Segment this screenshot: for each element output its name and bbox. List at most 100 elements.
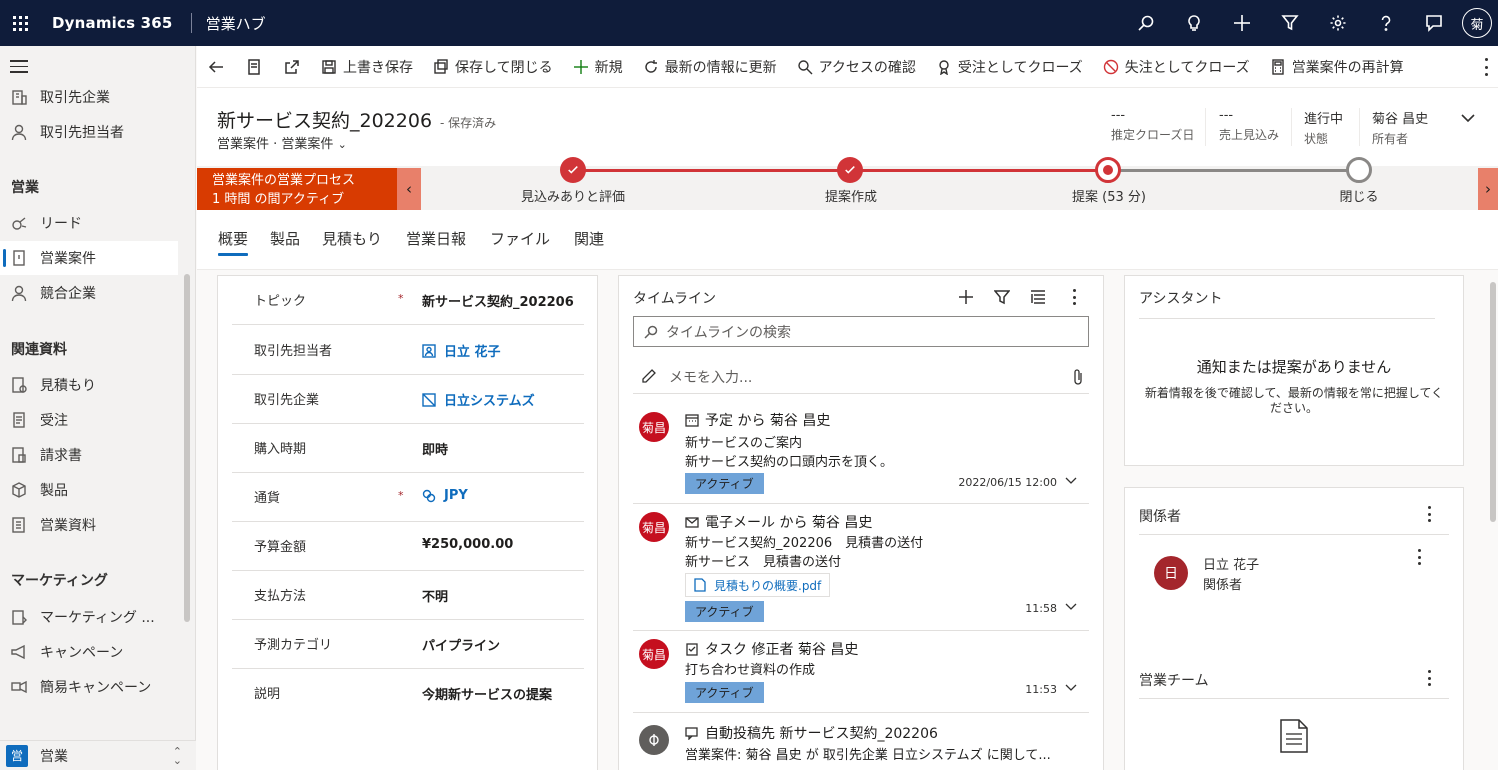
- contact-lookup-link[interactable]: 日立 花子: [422, 341, 501, 360]
- chevron-down-icon[interactable]: [1065, 681, 1077, 693]
- feedback-button[interactable]: [1416, 0, 1452, 46]
- open-new-window-button[interactable]: [273, 46, 311, 88]
- chevron-down-icon[interactable]: [1065, 600, 1077, 612]
- check-access-button[interactable]: アクセスの確認: [787, 46, 926, 88]
- advanced-find-button[interactable]: [1272, 0, 1308, 46]
- sidebar-item-quick-campaigns[interactable]: 簡易キャンペーン: [0, 670, 178, 704]
- tab-sales-report[interactable]: 営業日報: [406, 228, 466, 249]
- sidebar-item-opportunities[interactable]: 営業案件: [0, 241, 178, 275]
- gear-icon: [1330, 15, 1346, 31]
- owner-link[interactable]: 菊谷 昌史: [1372, 108, 1428, 127]
- help-button[interactable]: [1368, 0, 1404, 46]
- sidebar-item-label: 競合企業: [40, 286, 96, 302]
- tab-quotes[interactable]: 見積もり: [322, 228, 382, 249]
- save-label: 上書き保存: [343, 59, 413, 76]
- tab-products[interactable]: 製品: [270, 228, 300, 249]
- timeline-sort-button[interactable]: [1027, 286, 1049, 308]
- field-budget-amount[interactable]: 予算金額 ¥250,000.00: [232, 522, 584, 571]
- timeline-add-button[interactable]: [955, 286, 977, 308]
- sidebar-item-orders[interactable]: 受注: [0, 403, 178, 437]
- timeline-entry-post[interactable]: 自動投稿先 新サービス契約_202206 営業案件: 菊谷 昌史 が 取引先企業…: [633, 713, 1089, 770]
- timeline-entry-task[interactable]: 菊昌 タスク 修正者 菊谷 昌史 打ち合わせ資料の作成 アクティブ 11:53: [633, 631, 1089, 713]
- field-currency[interactable]: 通貨 * JPY: [232, 473, 584, 522]
- field-contact[interactable]: 取引先担当者 日立 花子: [232, 326, 584, 375]
- stage-label-propose[interactable]: 提案 (53 分): [1072, 186, 1146, 205]
- field-value: JPY: [444, 488, 468, 503]
- stage-active-icon[interactable]: [1095, 157, 1121, 183]
- sidebar-item-marketing-lists[interactable]: マーケティング ...: [0, 600, 178, 634]
- process-flyout[interactable]: 営業案件の営業プロセス 1 時間 の間アクティブ: [197, 168, 397, 210]
- more-commands-icon[interactable]: [1480, 58, 1492, 76]
- stage-check-icon[interactable]: [837, 157, 863, 183]
- app-launcher-button[interactable]: [0, 0, 40, 46]
- timeline-entry-email[interactable]: 菊昌 電子メール から 菊谷 昌史 新サービス契約_202206 見積書の送付 …: [633, 504, 1089, 631]
- timeline-search-input[interactable]: タイムラインの検索: [633, 316, 1089, 347]
- field-topic[interactable]: トピック * 新サービス契約_202206: [232, 276, 584, 325]
- settings-button[interactable]: [1320, 0, 1356, 46]
- search-button[interactable]: [1128, 0, 1164, 46]
- save-icon: [321, 59, 337, 75]
- note-input[interactable]: メモを入力...: [633, 360, 1089, 394]
- stage-check-icon[interactable]: [560, 157, 586, 183]
- previous-stage-button[interactable]: ‹: [397, 168, 421, 210]
- sidebar-item-quotes[interactable]: 見積もり: [0, 368, 178, 402]
- new-button[interactable]: 新規: [563, 46, 633, 88]
- sidebar-item-invoices[interactable]: 請求書: [0, 438, 178, 472]
- stage-label-develop[interactable]: 提案作成: [825, 186, 877, 205]
- record-set-button[interactable]: [235, 46, 273, 88]
- sidebar-item-campaigns[interactable]: キャンペーン: [0, 635, 178, 669]
- user-avatar[interactable]: 菊: [1462, 8, 1492, 38]
- recalculate-button[interactable]: 営業案件の再計算: [1260, 46, 1414, 88]
- timeline-filter-button[interactable]: [991, 286, 1013, 308]
- chevron-down-icon[interactable]: [1065, 474, 1077, 486]
- field-purchase-timeframe[interactable]: 購入時期 即時: [232, 424, 584, 473]
- next-stage-button[interactable]: ›: [1478, 168, 1498, 210]
- sidebar-item-sales-literature[interactable]: 営業資料: [0, 508, 178, 542]
- sidebar-item-leads[interactable]: リード: [0, 206, 178, 240]
- sidebar-item-products[interactable]: 製品: [0, 473, 178, 507]
- more-vertical-icon[interactable]: [1427, 670, 1431, 686]
- more-vertical-icon[interactable]: [1417, 549, 1421, 565]
- back-button[interactable]: [197, 46, 235, 88]
- save-button[interactable]: 上書き保存: [311, 46, 423, 88]
- main-scrollbar[interactable]: [1490, 282, 1496, 522]
- form-selector[interactable]: 営業案件 · 営業案件 ⌄: [217, 133, 347, 152]
- timeline-entry-appointment[interactable]: 菊昌 予定 から 菊谷 昌史 新サービスのご案内 新サービス契約の口頭内示を頂く…: [633, 404, 1089, 504]
- sidebar-item-contacts[interactable]: 取引先担当者: [0, 115, 178, 149]
- area-switcher[interactable]: 営 営業 ⌃ ⌄: [0, 740, 196, 770]
- stage-pending-icon[interactable]: [1346, 157, 1372, 183]
- field-forecast-category[interactable]: 予測カテゴリ パイプライン: [232, 620, 584, 669]
- save-and-close-button[interactable]: 保存して閉じる: [423, 46, 563, 88]
- account-lookup-link[interactable]: 日立システムズ: [422, 390, 535, 409]
- tab-files[interactable]: ファイル: [490, 228, 550, 249]
- ideas-button[interactable]: [1176, 0, 1212, 46]
- close-as-won-button[interactable]: 受注としてクローズ: [926, 46, 1093, 88]
- sidebar-scrollbar[interactable]: [184, 274, 190, 622]
- more-vertical-icon[interactable]: [1427, 506, 1431, 522]
- field-description[interactable]: 説明 今期新サービスの提案: [232, 669, 584, 718]
- attachment-link[interactable]: 見積もりの概要.pdf: [685, 573, 831, 597]
- email-icon: [685, 515, 699, 529]
- brand-name[interactable]: Dynamics 365: [52, 14, 173, 32]
- field-account[interactable]: 取引先企業 日立システムズ: [232, 375, 584, 424]
- sidebar-item-accounts[interactable]: 取引先企業: [0, 80, 178, 114]
- tab-related[interactable]: 関連: [574, 228, 604, 249]
- chevron-down-icon[interactable]: [1460, 110, 1476, 126]
- tab-summary[interactable]: 概要: [218, 228, 249, 256]
- stage-label-close[interactable]: 閉じる: [1339, 186, 1378, 205]
- app-name[interactable]: 営業ハブ: [206, 13, 266, 34]
- close-as-lost-button[interactable]: 失注としてクローズ: [1093, 46, 1260, 88]
- paperclip-icon[interactable]: [1071, 368, 1085, 386]
- currency-lookup-link[interactable]: JPY: [422, 488, 468, 503]
- stage-label-qualify[interactable]: 見込みありと評価: [521, 186, 625, 205]
- sidebar-item-competitors[interactable]: 競合企業: [0, 276, 178, 310]
- field-purchase-process[interactable]: 支払方法 不明: [232, 571, 584, 620]
- stakeholder-name[interactable]: 日立 花子: [1203, 554, 1259, 573]
- hamburger-menu-icon[interactable]: [10, 60, 28, 74]
- refresh-button[interactable]: 最新の情報に更新: [633, 46, 787, 88]
- search-placeholder: タイムラインの検索: [666, 324, 792, 341]
- quick-create-button[interactable]: [1224, 0, 1260, 46]
- timeline-more-button[interactable]: [1063, 286, 1085, 308]
- feedback-icon: [1426, 15, 1442, 32]
- search-icon: [1138, 15, 1154, 31]
